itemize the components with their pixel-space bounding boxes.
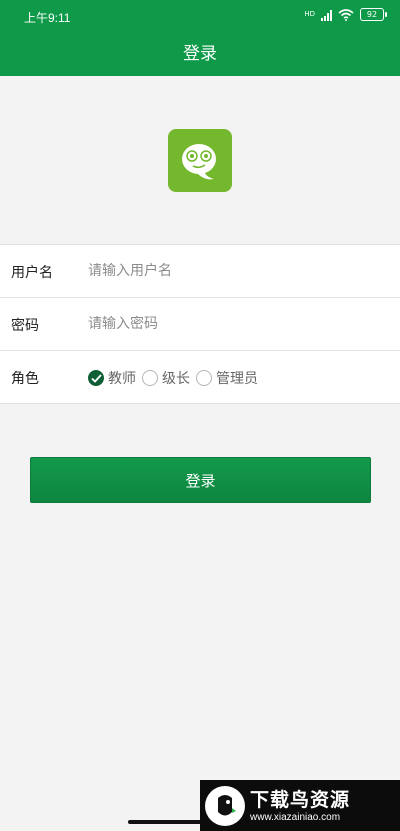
watermark-title: 下载鸟资源: [250, 789, 351, 811]
radio-checked-icon: [88, 370, 104, 386]
status-icons: HD 92: [304, 8, 387, 21]
watermark: 下载鸟资源 www.xiazainiao.com: [200, 780, 400, 831]
page-title: 登录: [183, 44, 217, 64]
signal-icon: [321, 9, 332, 21]
password-input[interactable]: [88, 312, 378, 336]
role-option-teacher[interactable]: 教师: [88, 368, 136, 388]
status-time: 上午9:11: [24, 11, 71, 25]
role-option-grade-head[interactable]: 级长: [142, 368, 190, 388]
watermark-logo-icon: [205, 786, 245, 826]
network-type-label: HD: [304, 10, 315, 18]
radio-unchecked-icon: [196, 370, 212, 386]
bird-icon: [218, 795, 236, 816]
role-label: 角色: [11, 371, 39, 387]
app-logo-face: [182, 144, 216, 180]
app-logo-icon: [168, 129, 232, 192]
status-bar: 上午9:11 HD 92: [0, 0, 400, 32]
username-row: 用户名: [0, 244, 400, 298]
login-button-label: 登录: [185, 472, 216, 490]
role-row: 角色 教师 级长 管理员: [0, 350, 400, 404]
username-input[interactable]: [88, 259, 378, 283]
battery-icon: 92: [360, 8, 387, 21]
role-option-label: 级长: [162, 371, 190, 387]
login-button[interactable]: 登录: [30, 457, 371, 503]
role-option-label: 教师: [108, 371, 136, 387]
role-option-label: 管理员: [216, 371, 258, 387]
role-radio-group: 教师 级长 管理员: [88, 368, 264, 388]
password-label: 密码: [11, 318, 39, 334]
role-option-admin[interactable]: 管理员: [196, 368, 258, 388]
radio-unchecked-icon: [142, 370, 158, 386]
watermark-url: www.xiazainiao.com: [250, 812, 341, 823]
password-row: 密码: [0, 297, 400, 351]
title-bar: 登录: [0, 32, 400, 76]
check-icon: [91, 374, 102, 383]
wifi-icon: [338, 8, 354, 21]
username-label: 用户名: [11, 265, 53, 281]
